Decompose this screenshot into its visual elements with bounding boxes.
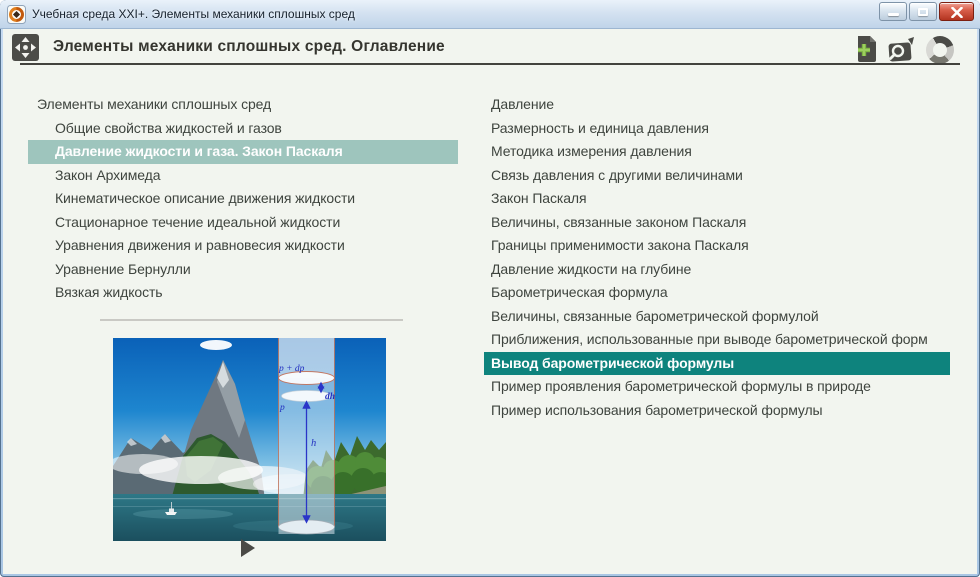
play-icon — [241, 539, 255, 557]
page-title: Элементы механики сплошных сред. Оглавле… — [53, 38, 445, 56]
toc-item-label: Вывод барометрической формулы — [491, 355, 734, 371]
toc-item-label: Вязкая жидкость — [55, 284, 163, 300]
section-divider — [100, 319, 403, 321]
app-window: Учебная среда XXI+. Элементы механики сп… — [0, 0, 980, 577]
toc-item-label: Стационарное течение идеальной жидкости — [55, 214, 340, 230]
toc-item[interactable]: Давление жидкости на глубине — [484, 258, 950, 282]
toc-item-label: Уравнения движения и равновесия жидкости — [55, 237, 345, 253]
app-icon — [7, 5, 26, 24]
toc-item[interactable]: Вязкая жидкость — [28, 281, 458, 305]
add-page-button[interactable] — [854, 35, 881, 64]
toc-item-label: Пример использования барометрической фор… — [491, 402, 823, 418]
toolbar-divider — [20, 63, 960, 65]
toc-item[interactable]: Закон Паскаля — [484, 187, 950, 211]
play-button[interactable] — [237, 537, 261, 559]
toc-item-label: Уравнение Бернулли — [55, 261, 191, 277]
toc-item-label: Величины, связанные барометрической форм… — [491, 308, 819, 324]
toc-item[interactable]: Границы применимости закона Паскаля — [484, 234, 950, 258]
toc-item-label: Закон Архимеда — [55, 167, 160, 183]
toc-item[interactable]: Величины, связанные законом Паскаля — [484, 211, 950, 235]
chapter-list: Элементы механики сплошных сред Общие св… — [28, 93, 458, 305]
minimize-icon — [888, 13, 899, 16]
toc-item-label: Методика измерения давления — [491, 143, 692, 159]
toc-item[interactable]: Методика измерения давления — [484, 140, 950, 164]
progress-ring-icon[interactable] — [926, 36, 954, 64]
toc-item[interactable]: Стационарное течение идеальной жидкости — [28, 211, 458, 235]
toc-item-label: Границы применимости закона Паскаля — [491, 237, 749, 253]
toc-item-label: Приближения, использованные при выводе б… — [491, 331, 928, 347]
label-p: p — [279, 403, 285, 413]
toc-item[interactable]: Приближения, использованные при выводе б… — [484, 328, 950, 352]
label-dh: dh — [325, 392, 335, 402]
toc-item[interactable]: Общие свойства жидкостей и газов — [28, 117, 458, 141]
minimize-button[interactable] — [879, 2, 907, 21]
toc-item[interactable]: Закон Архимеда — [28, 164, 458, 188]
navigate-icon[interactable] — [12, 34, 39, 61]
toc-item-label: Давление — [491, 96, 554, 112]
toc-item[interactable]: Пример проявления барометрической формул… — [484, 375, 950, 399]
toc-item[interactable]: Вывод барометрической формулы — [484, 352, 950, 376]
toc-item-label: Барометрическая формула — [491, 284, 668, 300]
title-bar[interactable]: Учебная среда XXI+. Элементы механики сп… — [0, 0, 980, 29]
label-h: h — [311, 438, 316, 449]
toc-item-label: Элементы механики сплошных сред — [37, 96, 271, 112]
close-button[interactable] — [939, 2, 974, 21]
toc-item-label: Величины, связанные законом Паскаля — [491, 214, 746, 230]
toc-item[interactable]: Кинематическое описание движения жидкост… — [28, 187, 458, 211]
close-icon — [951, 7, 963, 18]
toc-item-label: Связь давления с другими величинами — [491, 167, 743, 183]
toc-item-label: Пример проявления барометрической формул… — [491, 378, 871, 394]
toc-item[interactable]: Барометрическая формула — [484, 281, 950, 305]
illustration-barometric: p + dp dh p h — [113, 338, 386, 541]
search-button[interactable] — [886, 37, 919, 65]
toc-item[interactable]: Уравнение Бернулли — [28, 258, 458, 282]
topic-list: Давление Размерность и единица давления … — [484, 93, 950, 422]
maximize-icon — [918, 8, 928, 16]
toc-item-label: Закон Паскаля — [491, 190, 586, 206]
toc-item-label: Кинематическое описание движения жидкост… — [55, 190, 355, 206]
toc-item[interactable]: Уравнения движения и равновесия жидкости — [28, 234, 458, 258]
toc-item[interactable]: Пример использования барометрической фор… — [484, 399, 950, 423]
toc-item[interactable]: Связь давления с другими величинами — [484, 164, 950, 188]
label-p-plus-dp: p + dp — [278, 364, 305, 374]
toc-item-label: Общие свойства жидкостей и газов — [55, 120, 282, 136]
toc-item-label: Давление жидкости и газа. Закон Паскаля — [55, 143, 343, 159]
toc-item[interactable]: Давление — [484, 93, 950, 117]
toc-item-label: Размерность и единица давления — [491, 120, 709, 136]
search-icon — [886, 37, 919, 65]
toc-item[interactable]: Давление жидкости и газа. Закон Паскаля — [28, 140, 458, 164]
toc-item-label: Давление жидкости на глубине — [491, 261, 691, 277]
toc-item[interactable]: Величины, связанные барометрической форм… — [484, 305, 950, 329]
toc-item[interactable]: Элементы механики сплошных сред — [28, 93, 458, 117]
add-page-icon — [854, 35, 881, 64]
toc-item[interactable]: Размерность и единица давления — [484, 117, 950, 141]
window-title: Учебная среда XXI+. Элементы механики сп… — [32, 7, 355, 21]
maximize-button[interactable] — [909, 2, 937, 21]
content-area: Элементы механики сплошных сред. Оглавле… — [3, 29, 977, 574]
